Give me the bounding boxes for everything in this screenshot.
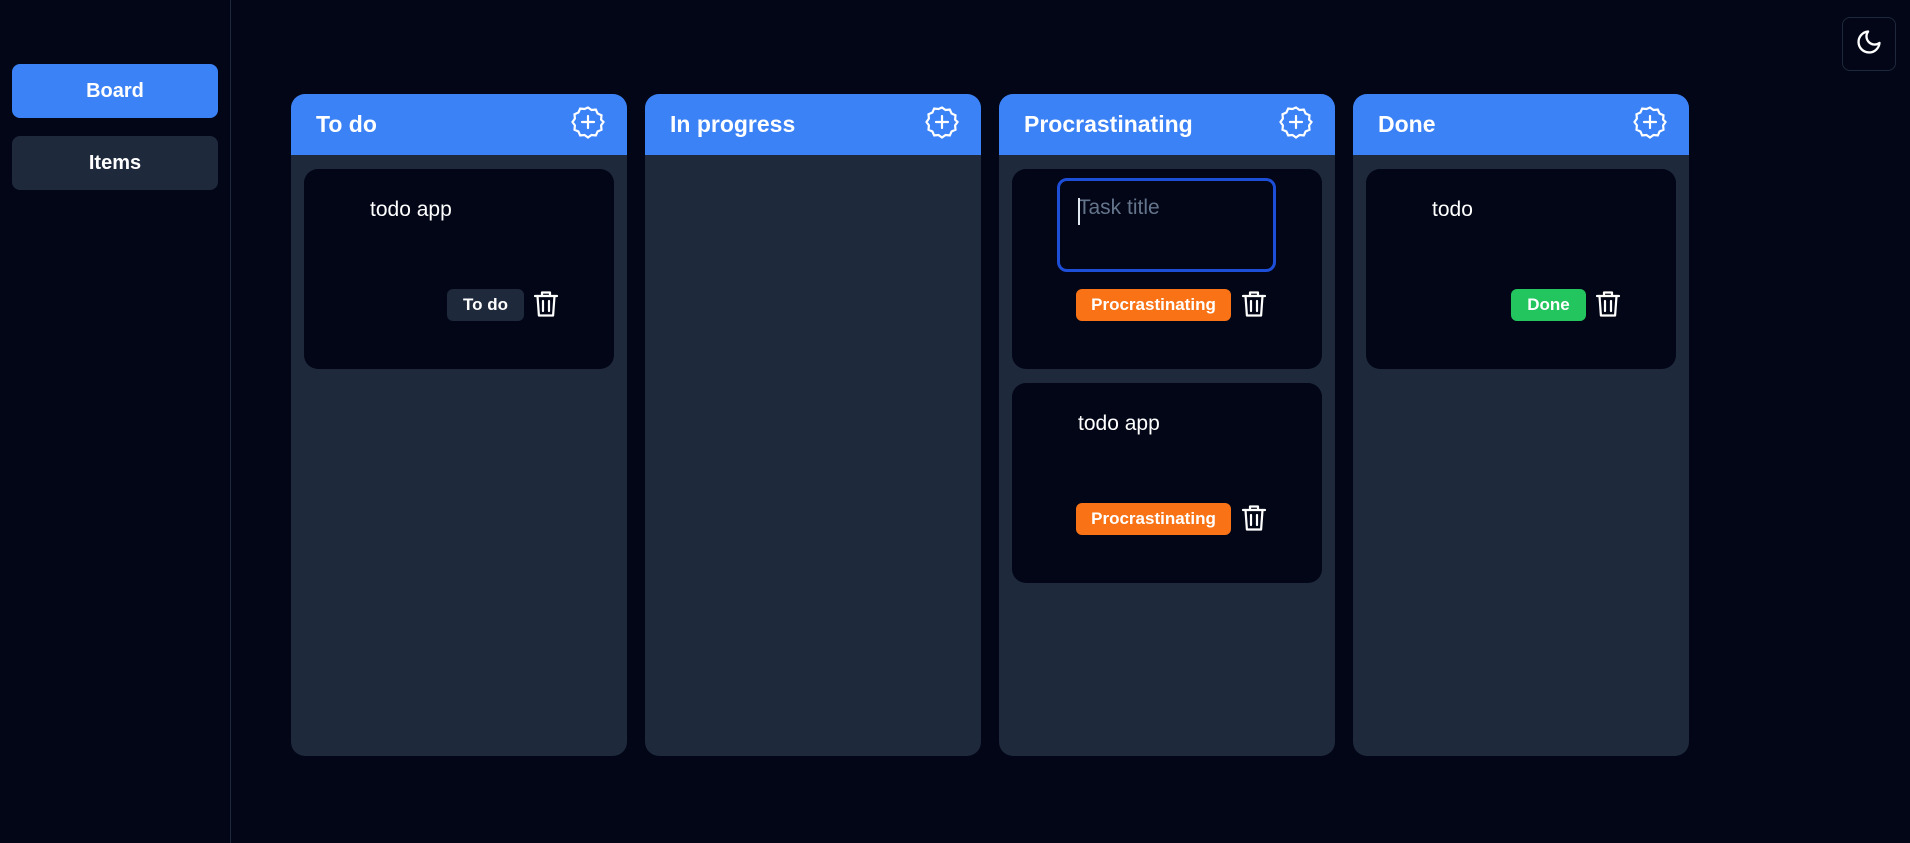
task-title: todo: [1432, 198, 1473, 221]
theme-toggle-button[interactable]: [1842, 17, 1896, 71]
column-header: Procrastinating: [999, 94, 1335, 155]
add-task-button[interactable]: [1633, 105, 1667, 144]
column-header: Done: [1353, 94, 1689, 155]
text-caret: [1078, 198, 1080, 225]
task-card[interactable]: todo app Procrastinating: [1012, 383, 1322, 583]
delete-button[interactable]: [1594, 290, 1622, 323]
column-header: In progress: [645, 94, 981, 155]
status-badge[interactable]: To do: [447, 289, 524, 321]
column-in-progress: In progress: [645, 94, 981, 756]
plus-circle-icon: [571, 105, 605, 144]
plus-circle-icon: [1633, 105, 1667, 144]
trash-icon: [533, 290, 559, 323]
delete-button[interactable]: [1240, 290, 1268, 323]
add-task-button[interactable]: [1279, 105, 1313, 144]
column-title: To do: [316, 111, 377, 137]
column-procrastinating: Procrastinating Procrastinating todo app: [999, 94, 1335, 756]
column-title: Done: [1378, 111, 1436, 137]
status-badge[interactable]: Procrastinating: [1076, 289, 1231, 321]
add-task-button[interactable]: [925, 105, 959, 144]
status-badge[interactable]: Procrastinating: [1076, 503, 1231, 535]
sidebar-item-items[interactable]: Items: [12, 136, 218, 190]
trash-icon: [1241, 290, 1267, 323]
task-card-editing: Procrastinating: [1012, 169, 1322, 369]
trash-icon: [1241, 504, 1267, 537]
sidebar-item-label: Board: [86, 79, 144, 102]
status-badge[interactable]: Done: [1511, 289, 1586, 321]
sidebar: Board Items: [0, 0, 231, 843]
task-title: todo app: [1078, 412, 1160, 435]
sidebar-item-label: Items: [88, 151, 142, 174]
column-title: In progress: [670, 111, 796, 137]
trash-icon: [1595, 290, 1621, 323]
add-task-button[interactable]: [571, 105, 605, 144]
task-card[interactable]: todo app To do: [304, 169, 614, 369]
sidebar-item-board[interactable]: Board: [12, 64, 218, 118]
column-title: Procrastinating: [1024, 111, 1193, 137]
column-todo: To do todo app To do: [291, 94, 627, 756]
task-title: todo app: [370, 198, 452, 221]
plus-circle-icon: [925, 105, 959, 144]
delete-button[interactable]: [1240, 504, 1268, 537]
plus-circle-icon: [1279, 105, 1313, 144]
moon-icon: [1855, 28, 1883, 61]
column-header: To do: [291, 94, 627, 155]
delete-button[interactable]: [532, 290, 560, 323]
task-title-input[interactable]: [1057, 178, 1276, 272]
task-card[interactable]: todo Done: [1366, 169, 1676, 369]
column-done: Done todo Done: [1353, 94, 1689, 756]
